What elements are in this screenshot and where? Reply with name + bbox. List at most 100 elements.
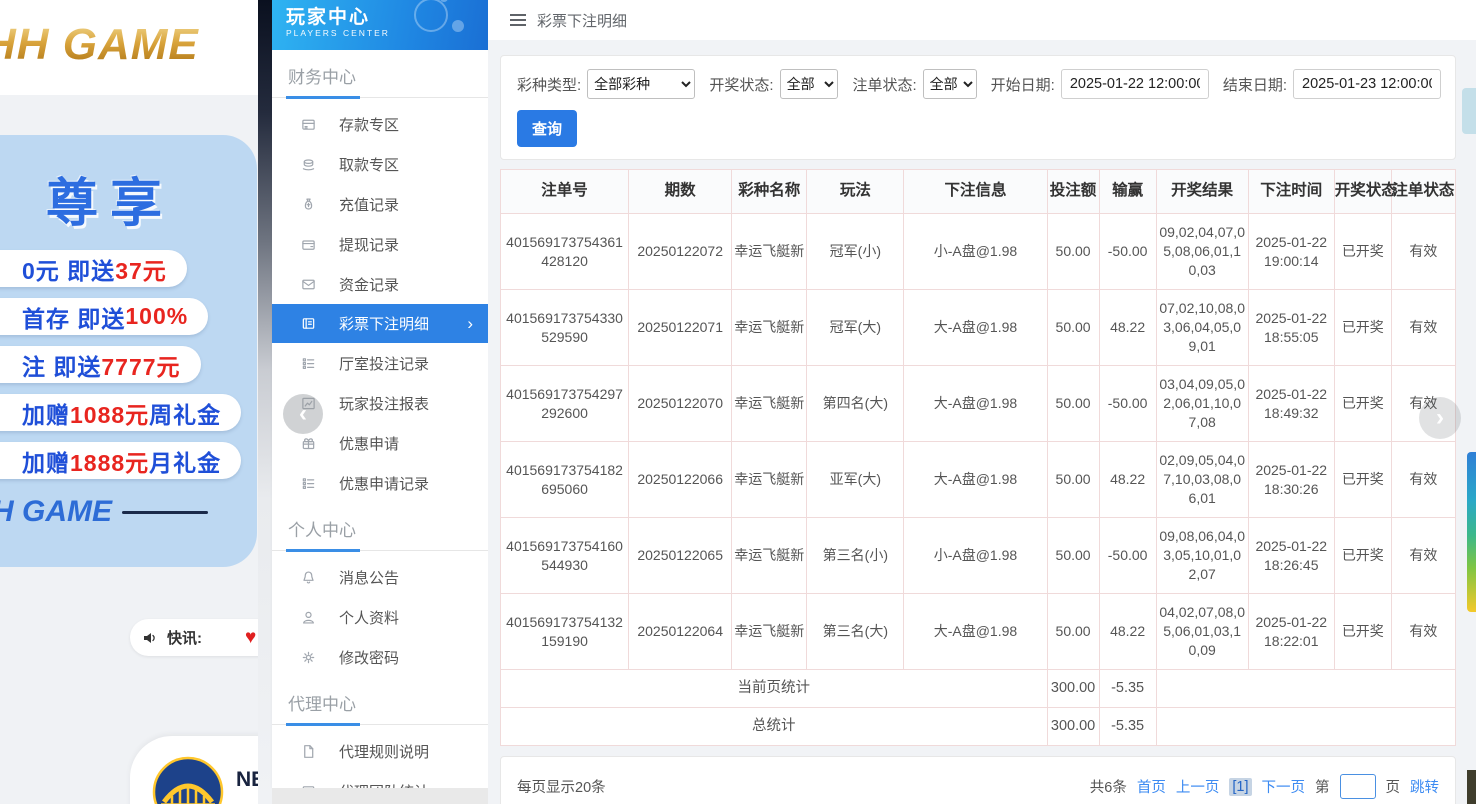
promo-text: 加赠 [22,449,70,476]
table-cell: 20250122072 [628,213,733,290]
table-cell: 2025-01-22 18:30:26 [1247,441,1335,518]
table-cell: 07,02,10,08,03,06,04,05,09,01 [1155,289,1249,366]
hh-game-logo: HH GAME [0,20,199,70]
promo-text: 7777元 [101,353,181,380]
first-page-link[interactable]: 首页 [1137,776,1166,797]
table-cell: 20250122066 [628,441,733,518]
end-date-input[interactable] [1293,69,1441,99]
bell-icon [300,570,316,585]
table-cell: 已开奖 [1333,365,1392,442]
hall-list-icon [300,356,316,371]
sidebar-item-资金记录[interactable]: 资金记录 [272,264,488,304]
page-stats-row: 当前页统计 300.00 -5.35 [500,669,1457,708]
stats-cell: -5.35 [1098,669,1157,708]
sidebar-item-label: 优惠申请记录 [339,475,430,493]
news-card-title: NE [236,768,258,791]
sidebar-item-label: 提现记录 [339,236,400,254]
sidebar-section-title: 代理中心 [288,695,356,714]
table-cell: 2025-01-22 19:00:14 [1247,213,1335,290]
table-cell: 有效 [1390,441,1457,518]
table-cell: 有效 [1390,289,1457,366]
sidebar-section-title: 财务中心 [288,68,356,87]
table-cell: 401569173754361428120 [499,213,630,290]
table-cell: 幸运飞艇新 [731,517,808,594]
table-cell: 2025-01-22 18:26:45 [1247,517,1335,594]
sidebar-item-优惠申请记录[interactable]: 优惠申请记录 [272,463,488,503]
table-cell: 401569173754132159190 [499,593,630,670]
promo-pill-list: 0元 即送 37元 首存 即送 100% 注 即送 7777元 加赠 1088元 周礼金 加赠 18… [0,250,257,479]
next-page-link[interactable]: 下一页 [1262,776,1306,797]
main-content: 彩票下注明细 彩种类型: 全部彩种 开奖状态: 全部 注单状态: 全部 开始日期… [488,0,1476,804]
promo-text: 100% [125,303,189,329]
section-underline [272,96,488,99]
site-header: HH GAME [0,0,258,95]
table-cell: 幸运飞艇新 [731,365,808,442]
sidebar-item-存款专区[interactable]: 存款专区 [272,104,488,144]
sidebar-item-label: 消息公告 [339,569,400,587]
sidebar-item-代理规则说明[interactable]: 代理规则说明 [272,731,488,771]
draw-status-select[interactable]: 全部 [779,69,839,99]
table-cell: -50.00 [1098,517,1157,594]
order-status-select[interactable]: 全部 [922,69,977,99]
table-cell: 小-A盘@1.98 [903,517,1048,594]
lottery-book-icon [300,316,316,331]
fund-envelope-icon [300,277,316,292]
table-cell: 50.00 [1046,593,1100,670]
promo-text: 0元 即送 [22,257,116,284]
table-cell: 50.00 [1046,365,1100,442]
promo-text: 首存 即送 [22,305,126,332]
table-row: 401569173754330529590 20250122071 幸运飞艇新 冠军(… [499,289,1457,366]
column-header: 注单状态 [1390,169,1457,214]
table-row: 401569173754297292600 20250122070 幸运飞艇新 第四名… [499,365,1457,442]
team-logo-icon [152,756,224,804]
page-size-label: 每页显示20条 [517,780,606,796]
sidebar-item-个人资料[interactable]: 个人资料 [272,597,488,637]
lottery-type-select[interactable]: 全部彩种 [587,69,696,99]
sidebar-item-提现记录[interactable]: 提现记录 [272,224,488,264]
jump-page-input[interactable] [1339,774,1376,799]
sidebar-item-彩票下注明细[interactable]: 彩票下注明细 › [272,304,488,343]
table-cell: 50.00 [1046,289,1100,366]
collapse-right-button[interactable]: › [1419,397,1461,439]
sidebar-item-代理团队统计[interactable]: 代理团队统计 [272,771,488,788]
table-cell: 02,09,05,04,07,10,03,08,06,01 [1155,441,1249,518]
sidebar-header: 玩家中心 PLAYERS CENTER [272,0,488,50]
withdraw-coins-icon [300,157,316,172]
table-cell: 48.22 [1098,441,1157,518]
sidebar-item-取款专区[interactable]: 取款专区 [272,144,488,184]
search-button[interactable]: 查询 [517,110,578,147]
sidebar-item-厅室投注记录[interactable]: 厅室投注记录 [272,343,488,383]
sidebar-item-消息公告[interactable]: 消息公告 [272,557,488,597]
sidebar-item-label: 修改密码 [339,649,400,667]
table-cell: -50.00 [1098,213,1157,290]
sidebar-item-label: 存款专区 [339,116,400,134]
promo-pill: 注 即送 7777元 [0,346,201,383]
table-cell: 09,08,06,04,03,05,10,01,02,07 [1155,517,1249,594]
promo-banner: 尊享 0元 即送 37元 首存 即送 100% 注 即送 7777元 加赠 1088元 周礼金加… [0,135,257,567]
menu-toggle-icon[interactable] [510,14,526,26]
prev-page-link[interactable]: 上一页 [1176,776,1220,797]
column-header: 期数 [628,169,733,214]
pager: 共6条 首页 上一页 [1] 下一页 第 页 跳转 [1090,774,1439,799]
sidebar-item-label: 彩票下注明细 [339,316,430,333]
chevron-right-icon: › [467,314,473,333]
table-cell: 幸运飞艇新 [731,441,808,518]
watermark-text: H GAME [0,495,112,528]
app-root: HH GAME 尊享 0元 即送 37元 首存 即送 100% 注 即送 7777元 加赠 1… [0,0,1476,804]
promo-watermark: H GAME [0,495,257,529]
sidebar-item-充值记录[interactable]: 充值记录 [272,184,488,224]
promo-list-icon [300,476,316,491]
start-date-input[interactable] [1060,69,1209,99]
jump-action-link[interactable]: 跳转 [1410,776,1439,797]
table-cell: 03,04,09,05,02,06,01,10,07,08 [1155,365,1249,442]
promo-text: 1888元 [70,449,150,476]
doc-icon [300,744,316,759]
table-cell: 第三名(大) [806,593,905,670]
table-cell: 小-A盘@1.98 [903,213,1048,290]
background-divider [258,0,272,804]
collapse-left-button[interactable]: ‹ [283,394,323,434]
table-cell: 大-A盘@1.98 [903,289,1048,366]
sidebar-item-label: 代理团队统计 [339,781,429,789]
stats-cell: 总统计 [500,707,1048,746]
sidebar-item-修改密码[interactable]: 修改密码 [272,637,488,677]
